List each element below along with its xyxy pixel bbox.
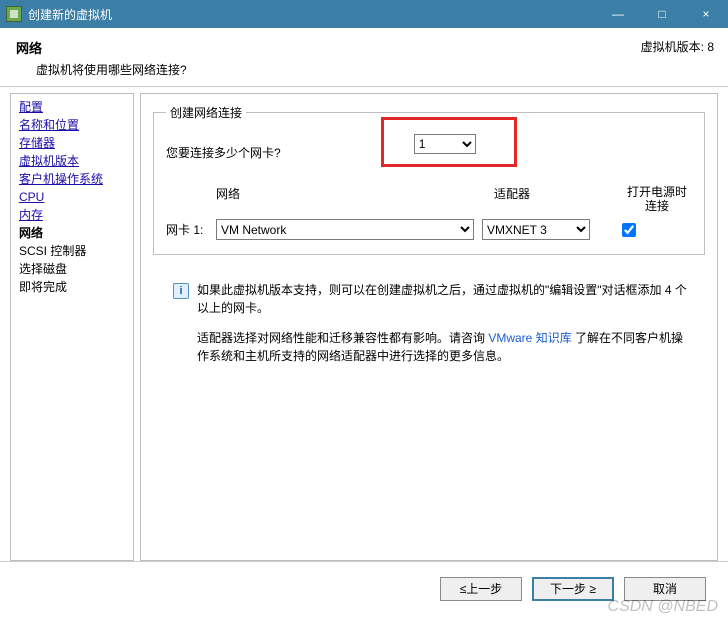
info-row-1: i 如果此虚拟机版本支持，则可以在创建虚拟机之后，通过虚拟机的"编辑设置"对话框… (173, 281, 695, 317)
col-header-adapter: 适配器 (494, 185, 604, 213)
col-header-connect-power: 打开电源时连接 (622, 185, 692, 213)
nic1-label: 网卡 1: (166, 221, 208, 238)
maximize-button[interactable]: □ (640, 0, 684, 28)
step-scsi: SCSI 控制器 (19, 242, 125, 260)
step-memory[interactable]: 内存 (19, 206, 125, 224)
nic1-connect-on-power-checkbox[interactable] (622, 223, 636, 237)
page-subtitle: 虚拟机将使用哪些网络连接? (36, 61, 714, 78)
step-name-location[interactable]: 名称和位置 (19, 116, 125, 134)
highlight-box: 1 (381, 117, 517, 167)
info-text-1: 如果此虚拟机版本支持，则可以在创建虚拟机之后，通过虚拟机的"编辑设置"对话框添加… (197, 281, 695, 317)
minimize-button[interactable]: — (596, 0, 640, 28)
title-bar: 创建新的虚拟机 — □ × (0, 0, 728, 28)
step-ready: 即将完成 (19, 278, 125, 296)
window-controls: — □ × (596, 0, 728, 28)
nic1-adapter-select[interactable]: VMXNET 3 (482, 219, 590, 240)
step-select-disk: 选择磁盘 (19, 260, 125, 278)
info-icon: i (173, 283, 189, 299)
vmware-kb-link[interactable]: VMware 知识库 (488, 331, 571, 345)
wizard-header: 网络 虚拟机将使用哪些网络连接? 虚拟机版本: 8 (0, 28, 728, 87)
wizard-main-panel: 创建网络连接 您要连接多少个网卡? 1 网络 适配器 打开电源时连接 网卡 1:… (140, 93, 718, 561)
nic1-connect-cell (598, 220, 658, 240)
nic-count-row: 您要连接多少个网卡? 1 (166, 137, 692, 167)
col-header-network: 网络 (216, 185, 476, 213)
step-config[interactable]: 配置 (19, 98, 125, 116)
group-legend: 创建网络连接 (166, 104, 246, 121)
info-text-2: 适配器选择对网络性能和迁移兼容性都有影响。请咨询 VMware 知识库 了解在不… (197, 329, 695, 365)
wizard-footer: ≤上一步 下一步 ≥ 取消 (0, 561, 728, 605)
next-button[interactable]: 下一步 ≥ (532, 577, 614, 601)
step-cpu[interactable]: CPU (19, 188, 125, 206)
column-headers: 网络 适配器 打开电源时连接 (216, 185, 692, 213)
wizard-steps-sidebar: 配置 名称和位置 存储器 虚拟机版本 客户机操作系统 CPU 内存 网络 SCS… (10, 93, 134, 561)
close-button[interactable]: × (684, 0, 728, 28)
nic-count-select[interactable]: 1 (414, 134, 476, 154)
step-network[interactable]: 网络 (19, 224, 125, 242)
wizard-body: 配置 名称和位置 存储器 虚拟机版本 客户机操作系统 CPU 内存 网络 SCS… (0, 87, 728, 561)
step-vm-version[interactable]: 虚拟机版本 (19, 152, 125, 170)
network-connection-group: 创建网络连接 您要连接多少个网卡? 1 网络 适配器 打开电源时连接 网卡 1:… (153, 104, 705, 255)
step-guest-os[interactable]: 客户机操作系统 (19, 170, 125, 188)
app-icon (6, 6, 22, 22)
info2a: 适配器选择对网络性能和迁移兼容性都有影响。请咨询 (197, 331, 488, 345)
nic-count-question: 您要连接多少个网卡? (166, 144, 281, 161)
info-row-2: 适配器选择对网络性能和迁移兼容性都有影响。请咨询 VMware 知识库 了解在不… (197, 329, 695, 365)
step-storage[interactable]: 存储器 (19, 134, 125, 152)
nic1-network-select[interactable]: VM Network (216, 219, 474, 240)
window-title: 创建新的虚拟机 (28, 6, 596, 23)
vm-version-label: 虚拟机版本: 8 (641, 38, 714, 55)
info-block: i 如果此虚拟机版本支持，则可以在创建虚拟机之后，通过虚拟机的"编辑设置"对话框… (173, 281, 695, 365)
cancel-button[interactable]: 取消 (624, 577, 706, 601)
nic-row-1: 网卡 1: VM Network VMXNET 3 (166, 219, 692, 240)
back-button[interactable]: ≤上一步 (440, 577, 522, 601)
page-title: 网络 (16, 38, 714, 57)
